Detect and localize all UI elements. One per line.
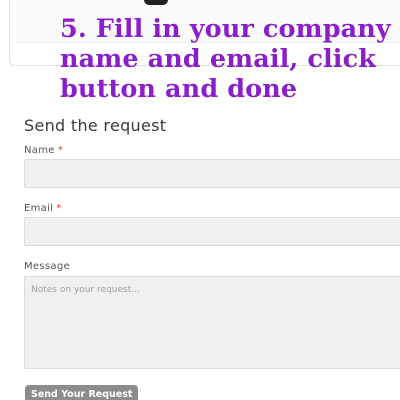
instruction-line-1: 5. Fill in your company — [60, 14, 391, 44]
instruction-line-2: name and email, click — [60, 44, 376, 74]
email-label-text: Email — [24, 203, 54, 214]
email-label: Email * — [24, 203, 62, 214]
page: 5. Fill in your company name and email, … — [0, 0, 400, 400]
instruction-line-3: button and done — [60, 74, 298, 104]
message-label: Message — [24, 261, 70, 272]
instruction-overlay: 5. Fill in your company name and email, … — [60, 14, 400, 104]
form-title: Send the request — [24, 116, 167, 135]
required-marker: * — [56, 203, 62, 214]
send-request-button[interactable]: Send Your Request — [25, 385, 139, 400]
name-input[interactable] — [24, 159, 400, 188]
required-marker: * — [57, 145, 64, 156]
name-label-text: Name — [24, 145, 55, 156]
product-thumbnail — [144, 0, 168, 5]
message-textarea[interactable] — [24, 276, 400, 369]
email-input[interactable] — [24, 217, 400, 246]
name-label: Name * — [24, 145, 63, 156]
